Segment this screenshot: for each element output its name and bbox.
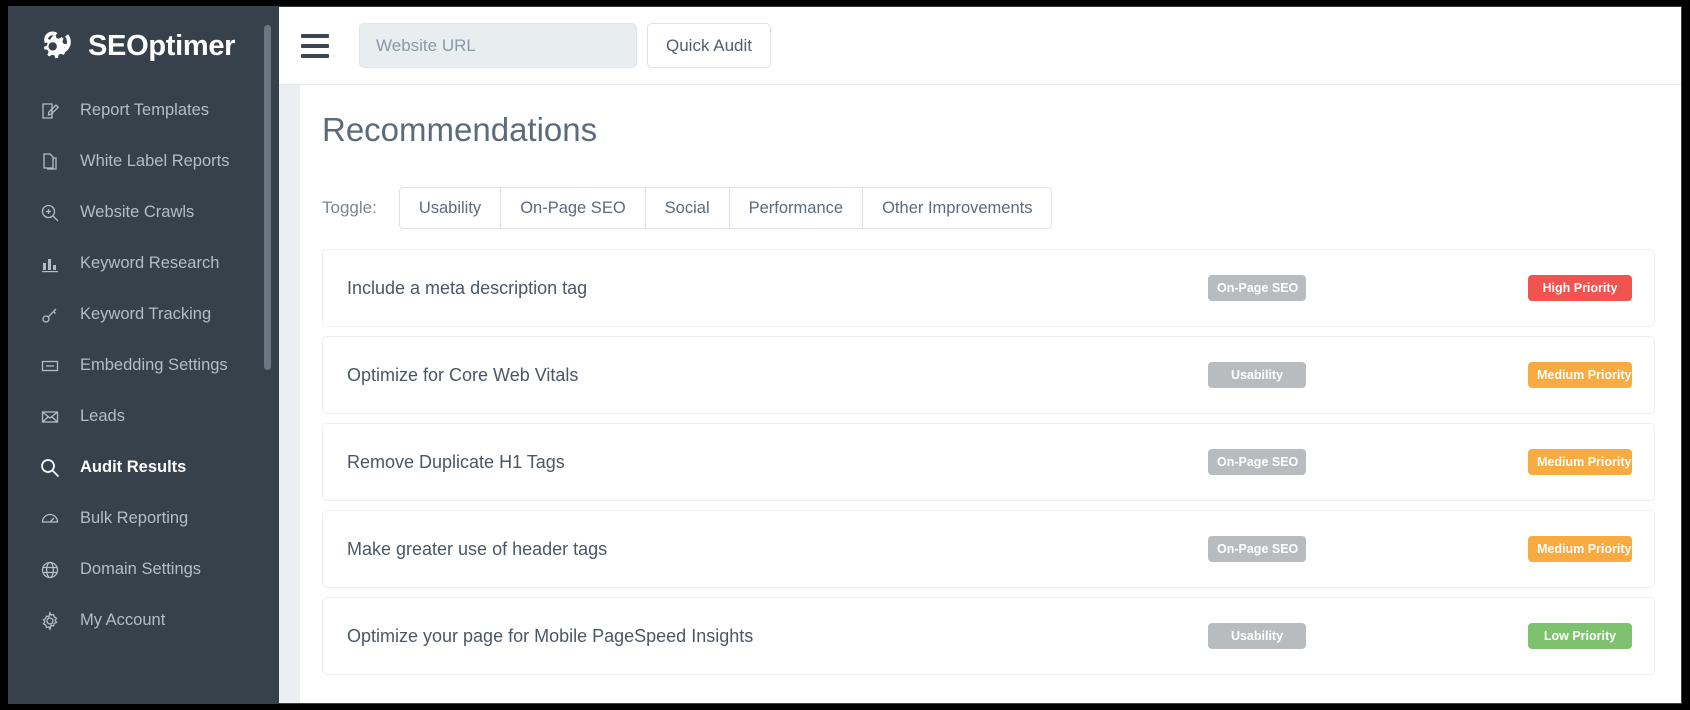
toggle-label: Toggle: bbox=[322, 198, 377, 218]
key-icon bbox=[37, 303, 63, 327]
recommendation-row[interactable]: Optimize your page for Mobile PageSpeed … bbox=[322, 597, 1655, 675]
sidebar-item-label: Keyword Tracking bbox=[80, 305, 211, 324]
brand-logo[interactable]: SEOptimer bbox=[9, 7, 279, 85]
quick-audit-button[interactable]: Quick Audit bbox=[647, 23, 771, 68]
recommendation-row[interactable]: Optimize for Core Web Vitals Usability M… bbox=[322, 336, 1655, 414]
envelope-icon bbox=[37, 405, 63, 429]
priority-badge: Low Priority bbox=[1528, 623, 1632, 649]
sidebar-item-my-account[interactable]: My Account bbox=[9, 595, 279, 646]
recommendation-row[interactable]: Make greater use of header tags On-Page … bbox=[322, 510, 1655, 588]
brand-name: SEOptimer bbox=[88, 30, 235, 63]
recommendations-list: Include a meta description tag On-Page S… bbox=[322, 249, 1655, 675]
recommendation-title: Optimize for Core Web Vitals bbox=[347, 365, 578, 386]
copy-files-icon bbox=[37, 150, 63, 174]
sidebar-item-embedding-settings[interactable]: Embedding Settings bbox=[9, 340, 279, 391]
sidebar-item-label: Leads bbox=[80, 407, 125, 426]
edit-document-icon bbox=[37, 99, 63, 123]
gauge-icon bbox=[37, 507, 63, 531]
toggle-on-page-seo[interactable]: On-Page SEO bbox=[501, 187, 645, 229]
content-wrapper: Recommendations Toggle: Usability On-Pag… bbox=[279, 85, 1681, 703]
seoptimer-gears-logo-icon bbox=[39, 26, 79, 66]
page-title: Recommendations bbox=[322, 111, 1655, 149]
sidebar-item-keyword-tracking[interactable]: Keyword Tracking bbox=[9, 289, 279, 340]
recommendation-title: Include a meta description tag bbox=[347, 278, 587, 299]
sidebar-item-label: White Label Reports bbox=[80, 152, 230, 171]
priority-badge: Medium Priority bbox=[1528, 536, 1632, 562]
magnifier-icon bbox=[37, 456, 63, 480]
app-window: SEOptimer Report Templates White Label R… bbox=[8, 6, 1682, 704]
gear-icon bbox=[37, 609, 63, 633]
sidebar-item-label: Website Crawls bbox=[80, 203, 194, 222]
recommendation-title: Make greater use of header tags bbox=[347, 539, 607, 560]
category-badge: Usability bbox=[1208, 623, 1306, 649]
globe-icon bbox=[37, 558, 63, 582]
sidebar-item-label: Embedding Settings bbox=[80, 356, 228, 375]
website-url-input[interactable] bbox=[359, 23, 637, 68]
sidebar-item-label: Bulk Reporting bbox=[80, 509, 188, 528]
sidebar: SEOptimer Report Templates White Label R… bbox=[9, 7, 279, 703]
sidebar-item-white-label-reports[interactable]: White Label Reports bbox=[9, 136, 279, 187]
category-badge: On-Page SEO bbox=[1208, 275, 1306, 301]
content-gutter bbox=[279, 85, 300, 703]
embed-box-icon bbox=[37, 354, 63, 378]
sidebar-item-website-crawls[interactable]: Website Crawls bbox=[9, 187, 279, 238]
top-bar: Quick Audit bbox=[279, 7, 1681, 85]
sidebar-item-audit-results[interactable]: Audit Results bbox=[9, 442, 279, 493]
sidebar-item-bulk-reporting[interactable]: Bulk Reporting bbox=[9, 493, 279, 544]
sidebar-item-label: Report Templates bbox=[80, 101, 209, 120]
bar-chart-icon bbox=[37, 252, 63, 276]
sidebar-scrollbar[interactable] bbox=[264, 25, 271, 370]
recommendation-row[interactable]: Include a meta description tag On-Page S… bbox=[322, 249, 1655, 327]
recommendation-title: Optimize your page for Mobile PageSpeed … bbox=[347, 626, 753, 647]
hamburger-menu-icon[interactable] bbox=[301, 34, 331, 58]
recommendation-title: Remove Duplicate H1 Tags bbox=[347, 452, 565, 473]
priority-badge: Medium Priority bbox=[1528, 449, 1632, 475]
toggle-filter-row: Toggle: Usability On-Page SEO Social Per… bbox=[322, 187, 1655, 229]
sidebar-item-report-templates[interactable]: Report Templates bbox=[9, 85, 279, 136]
sidebar-item-label: Keyword Research bbox=[80, 254, 219, 273]
sidebar-item-label: Domain Settings bbox=[80, 560, 201, 579]
category-badge: On-Page SEO bbox=[1208, 449, 1306, 475]
priority-badge: High Priority bbox=[1528, 275, 1632, 301]
sidebar-item-keyword-research[interactable]: Keyword Research bbox=[9, 238, 279, 289]
toggle-button-group: Usability On-Page SEO Social Performance… bbox=[399, 187, 1053, 229]
toggle-usability[interactable]: Usability bbox=[399, 187, 501, 229]
category-badge: Usability bbox=[1208, 362, 1306, 388]
toggle-other-improvements[interactable]: Other Improvements bbox=[863, 187, 1052, 229]
main-area: Quick Audit Recommendations Toggle: Usab… bbox=[279, 7, 1681, 703]
recommendations-panel: Recommendations Toggle: Usability On-Pag… bbox=[300, 85, 1681, 703]
recommendation-row[interactable]: Remove Duplicate H1 Tags On-Page SEO Med… bbox=[322, 423, 1655, 501]
sidebar-item-label: Audit Results bbox=[80, 458, 186, 477]
toggle-performance[interactable]: Performance bbox=[730, 187, 863, 229]
search-plus-icon bbox=[37, 201, 63, 225]
priority-badge: Medium Priority bbox=[1528, 362, 1632, 388]
category-badge: On-Page SEO bbox=[1208, 536, 1306, 562]
sidebar-item-domain-settings[interactable]: Domain Settings bbox=[9, 544, 279, 595]
toggle-social[interactable]: Social bbox=[646, 187, 730, 229]
sidebar-item-leads[interactable]: Leads bbox=[9, 391, 279, 442]
sidebar-item-label: My Account bbox=[80, 611, 165, 630]
